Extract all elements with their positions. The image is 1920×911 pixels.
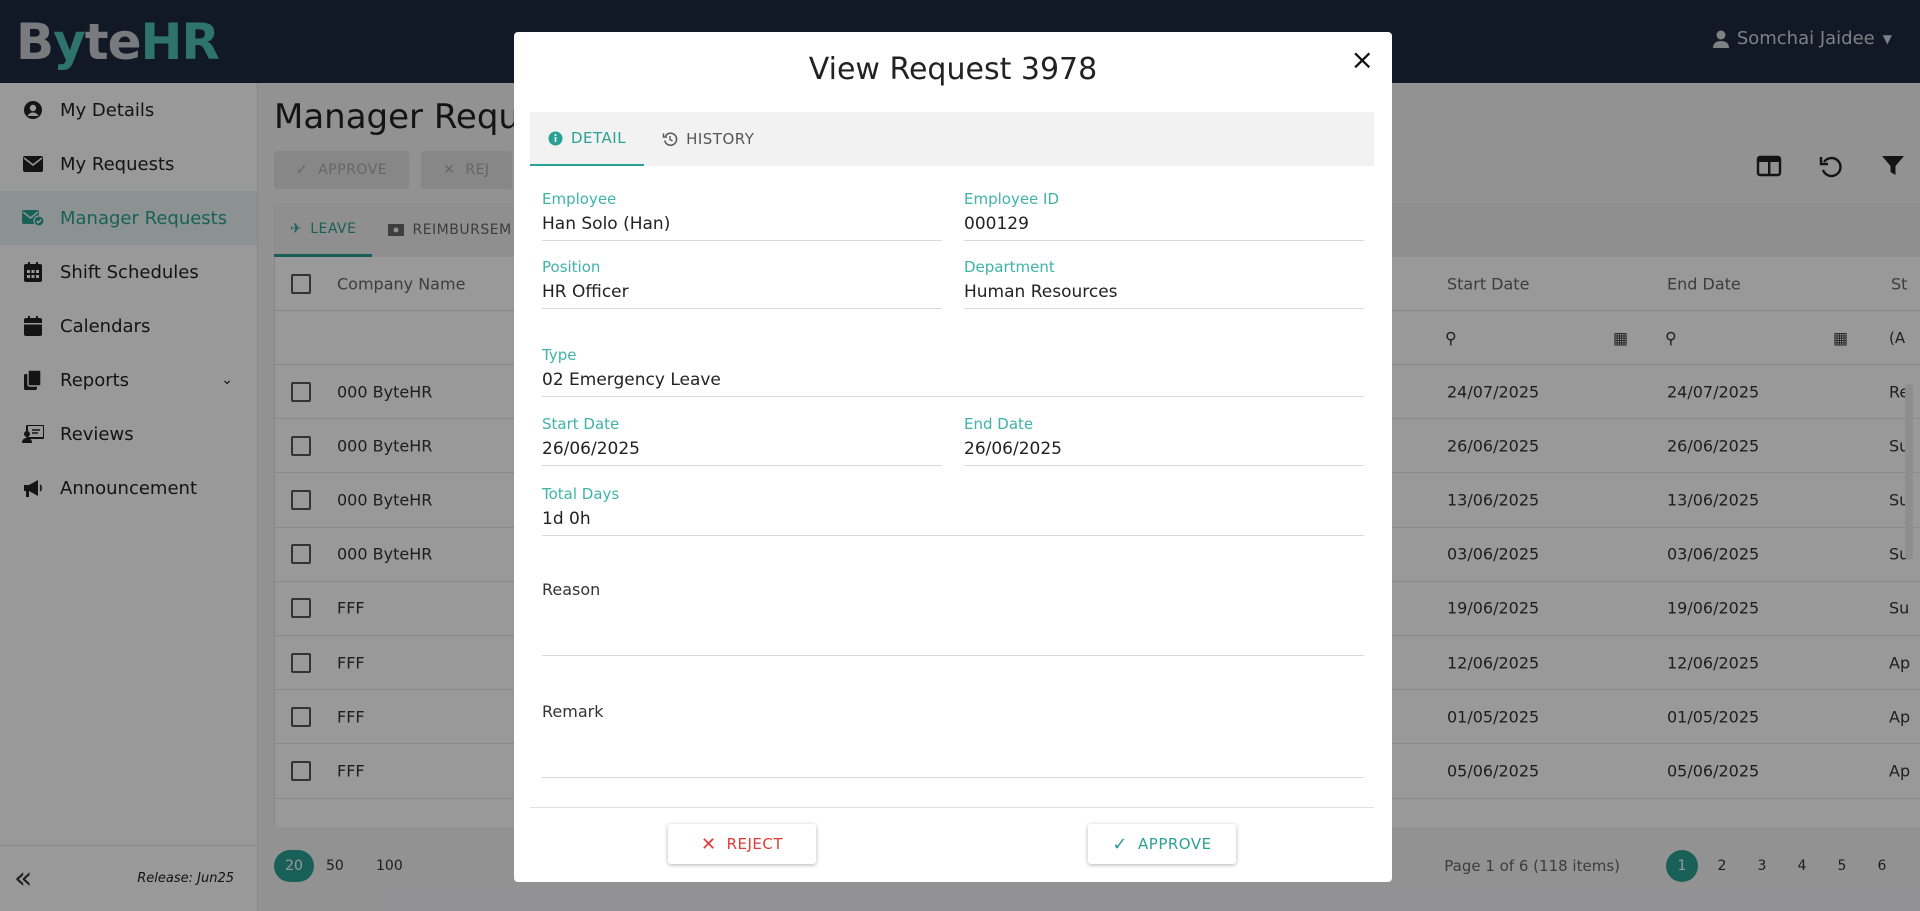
- employee-value: Han Solo (Han): [542, 214, 942, 241]
- approve-label: APPROVE: [1138, 835, 1212, 853]
- scrollbar-thumb[interactable]: [1905, 384, 1913, 560]
- start-date-field: Start Date 26/06/2025: [542, 415, 942, 466]
- type-value: 02 Emergency Leave: [542, 370, 1364, 397]
- view-request-dialog: View Request 3978 × DETAIL HISTORY Emplo…: [514, 32, 1392, 882]
- total-days-value: 1d 0h: [542, 509, 1364, 536]
- check-icon: ✓: [1112, 833, 1129, 855]
- dialog-footer-divider: [530, 807, 1374, 808]
- remark-textarea[interactable]: Remark: [542, 702, 1364, 778]
- reject-label: REJECT: [726, 835, 784, 853]
- reason-placeholder: Reason: [542, 580, 601, 599]
- tab-label: HISTORY: [686, 130, 755, 148]
- end-date-label: End Date: [964, 415, 1034, 433]
- start-date-label: Start Date: [542, 415, 620, 433]
- department-value: Human Resources: [964, 282, 1364, 309]
- tab-history[interactable]: HISTORY: [644, 112, 772, 166]
- dialog-tabs: DETAIL HISTORY: [530, 112, 1374, 166]
- dialog-title: View Request 3978: [808, 52, 1098, 87]
- position-label: Position: [542, 258, 601, 276]
- employee-field: Employee Han Solo (Han): [542, 190, 942, 241]
- x-icon: ✕: [700, 833, 717, 855]
- employee-label: Employee: [542, 190, 617, 208]
- start-date-value: 26/06/2025: [542, 439, 942, 466]
- tab-detail[interactable]: DETAIL: [530, 112, 645, 166]
- end-date-field: End Date 26/06/2025: [964, 415, 1364, 466]
- total-days-label: Total Days: [542, 485, 620, 503]
- position-field: Position HR Officer: [542, 258, 942, 309]
- reject-button[interactable]: ✕ REJECT: [668, 824, 816, 864]
- page-scrollbar[interactable]: [1904, 90, 1914, 904]
- position-value: HR Officer: [542, 282, 942, 309]
- remark-placeholder: Remark: [542, 702, 604, 721]
- type-label: Type: [542, 346, 577, 364]
- employee-id-value: 000129: [964, 214, 1364, 241]
- reason-textarea[interactable]: Reason: [542, 580, 1364, 656]
- department-label: Department: [964, 258, 1055, 276]
- end-date-value: 26/06/2025: [964, 439, 1364, 466]
- type-field: Type 02 Emergency Leave: [542, 346, 1364, 397]
- close-icon[interactable]: ×: [1351, 46, 1374, 74]
- history-icon: [662, 132, 678, 146]
- tab-label: DETAIL: [571, 129, 627, 147]
- approve-button[interactable]: ✓ APPROVE: [1088, 824, 1236, 864]
- info-icon: [548, 131, 563, 145]
- department-field: Department Human Resources: [964, 258, 1364, 309]
- employee-id-label: Employee ID: [964, 190, 1060, 208]
- total-days-field: Total Days 1d 0h: [542, 485, 1364, 536]
- employee-id-field: Employee ID 000129: [964, 190, 1364, 241]
